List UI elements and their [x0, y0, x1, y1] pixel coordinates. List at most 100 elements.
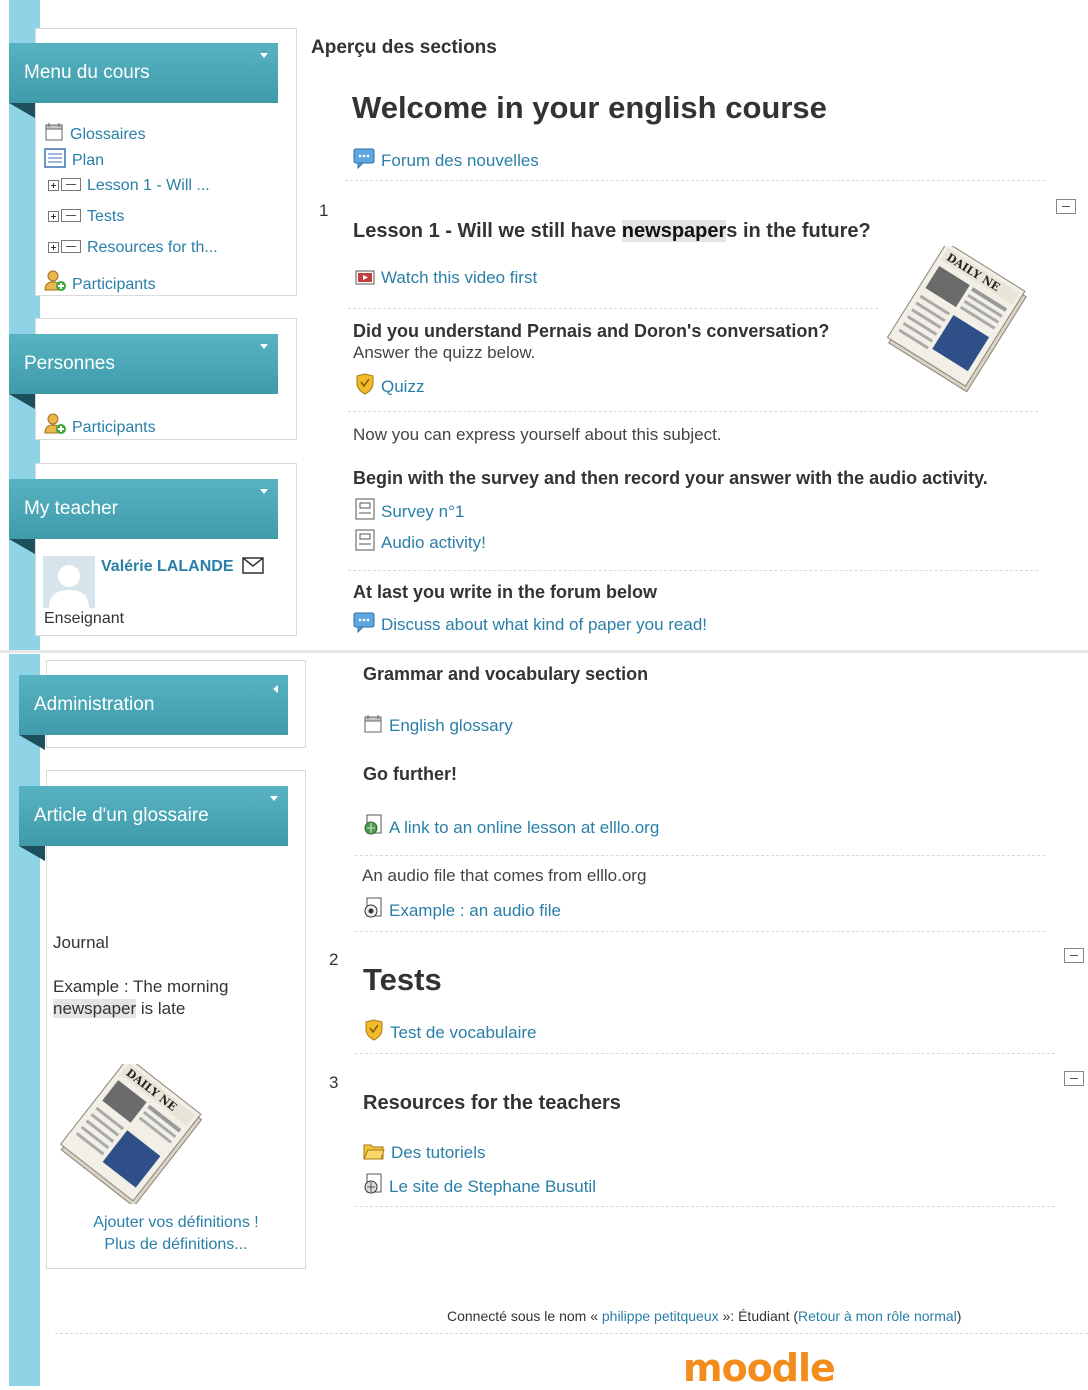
teacher-header[interactable]: My teacher [9, 479, 278, 554]
section-icon [61, 209, 81, 222]
teacher-role: Enseignant [44, 610, 125, 627]
more-definitions-link[interactable]: Plus de définitions... [46, 1236, 306, 1254]
menu-item-lesson1[interactable]: Lesson 1 - Will ... [48, 176, 210, 196]
newspaper-image: DAILY NE [59, 1064, 203, 1204]
instruction-text: Answer the quizz below. [353, 343, 536, 362]
menu-item-plan[interactable]: Plan [44, 148, 104, 171]
folder-icon [363, 1144, 385, 1160]
return-role-link[interactable]: Retour à mon rôle normal [798, 1308, 957, 1324]
administration-title: Administration [34, 694, 155, 715]
glossary-entry-title: Article d'un glossaire [34, 805, 209, 826]
survey-instruction: Begin with the survey and then record yo… [353, 468, 988, 488]
section-number-3: 3 [329, 1073, 339, 1092]
url-link-icon [364, 1173, 382, 1194]
news-forum-link[interactable]: Forum des nouvelles [353, 147, 539, 171]
mail-icon[interactable] [242, 557, 264, 574]
tutorials-link[interactable]: Des tutoriels [363, 1141, 485, 1163]
expand-icon[interactable] [48, 180, 59, 191]
separator [345, 180, 1045, 181]
grammar-heading: Grammar and vocabulary section [363, 664, 649, 684]
login-info: Connecté sous le nom « philippe petitque… [447, 1308, 962, 1324]
avatar[interactable] [43, 556, 95, 608]
section-number-1: 1 [319, 201, 329, 220]
audio-activity-link[interactable]: Audio activity! [355, 529, 486, 553]
separator [348, 570, 1038, 571]
ellio-lesson-link[interactable]: A link to an online lesson at elllo.org [363, 814, 659, 838]
expand-icon[interactable] [48, 211, 59, 222]
left-stripe-bottom [9, 654, 40, 1386]
audio-example-link[interactable]: Example : an audio file [363, 897, 561, 921]
teacher-name-link[interactable]: Valérie LALANDE [101, 557, 264, 577]
forum-icon [353, 612, 375, 633]
separator [355, 931, 1045, 932]
busutil-site-link[interactable]: Le site de Stephane Busutil [363, 1173, 596, 1197]
forum-icon [353, 148, 375, 169]
english-glossary-link[interactable]: English glossary [363, 714, 513, 736]
section-number-2: 2 [329, 950, 339, 969]
participants-icon [44, 270, 66, 291]
course-title: Welcome in your english course [352, 90, 827, 125]
tests-title: Tests [363, 962, 442, 997]
further-heading: Go further! [363, 764, 457, 784]
collapse-arrow-icon[interactable] [270, 796, 278, 801]
course-menu-title: Menu du cours [24, 62, 150, 83]
question-text: Did you understand Pernais and Doron's c… [353, 321, 830, 341]
survey-link[interactable]: Survey n°1 [355, 498, 464, 522]
collapse-arrow-icon[interactable] [260, 53, 268, 58]
video-link[interactable]: Watch this video first [355, 268, 537, 288]
menu-item-glossaries[interactable]: Glossaires [44, 122, 146, 145]
collapse-arrow-icon[interactable] [260, 344, 268, 349]
section-overview-title: Aperçu des sections [311, 37, 497, 58]
collapse-section-icon[interactable] [1064, 948, 1084, 963]
menu-item-tests[interactable]: Tests [48, 207, 124, 227]
separator [355, 855, 1045, 856]
administration-header[interactable]: Administration [19, 675, 288, 750]
resources-title: Resources for the teachers [363, 1092, 621, 1114]
forum-heading: At last you write in the forum below [353, 582, 658, 602]
separator [355, 1053, 1055, 1054]
user-link[interactable]: philippe petitqueux [602, 1308, 719, 1324]
collapse-section-icon[interactable] [1056, 199, 1076, 214]
quiz-link[interactable]: Quizz [355, 373, 424, 397]
calendar-icon [364, 715, 382, 733]
people-participants[interactable]: Participants [44, 413, 156, 438]
separator [348, 308, 878, 309]
section-icon [61, 178, 81, 191]
activity-icon [355, 529, 375, 551]
url-link-icon [364, 814, 382, 835]
section1-title: Lesson 1 - Will we still have newspapers… [353, 220, 871, 242]
quiz-shield-icon [365, 1019, 383, 1041]
course-menu-header[interactable]: Menu du cours [9, 43, 278, 118]
screenshot-divider [0, 650, 1088, 653]
glossary-example-line2: newspaper is late [53, 999, 186, 1018]
vocabulary-test-link[interactable]: Test de vocabulaire [364, 1019, 536, 1043]
participants-icon [44, 413, 66, 434]
menu-item-resources[interactable]: Resources for th... [48, 238, 218, 258]
people-header[interactable]: Personnes [9, 334, 278, 409]
survey-icon [355, 498, 375, 520]
calendar-icon [45, 123, 63, 141]
teacher-title: My teacher [24, 498, 118, 519]
audio-file-icon [364, 897, 382, 918]
glossary-entry-header[interactable]: Article d'un glossaire [19, 786, 288, 861]
collapse-section-icon[interactable] [1064, 1071, 1084, 1086]
glossary-example-line1: Example : The morning [53, 977, 229, 996]
discuss-forum-link[interactable]: Discuss about what kind of paper you rea… [353, 611, 707, 635]
section-icon [61, 240, 81, 253]
expand-icon[interactable] [48, 242, 59, 253]
plan-icon [44, 148, 66, 168]
newspaper-image: DAILY NE [886, 246, 1027, 392]
expand-arrow-icon[interactable] [273, 685, 278, 693]
separator [348, 411, 1038, 412]
people-title: Personnes [24, 353, 115, 374]
menu-item-participants[interactable]: Participants [44, 270, 156, 295]
collapse-arrow-icon[interactable] [260, 489, 268, 494]
glossary-term: Journal [53, 933, 109, 952]
footer-separator [55, 1333, 1088, 1334]
add-definitions-link[interactable]: Ajouter vos définitions ! [46, 1214, 306, 1232]
moodle-logo[interactable]: moodle [683, 1346, 836, 1390]
quiz-shield-icon [356, 373, 374, 395]
separator [355, 1206, 1055, 1207]
audio-file-text: An audio file that comes from elllo.org [362, 866, 647, 885]
video-icon [355, 270, 375, 285]
